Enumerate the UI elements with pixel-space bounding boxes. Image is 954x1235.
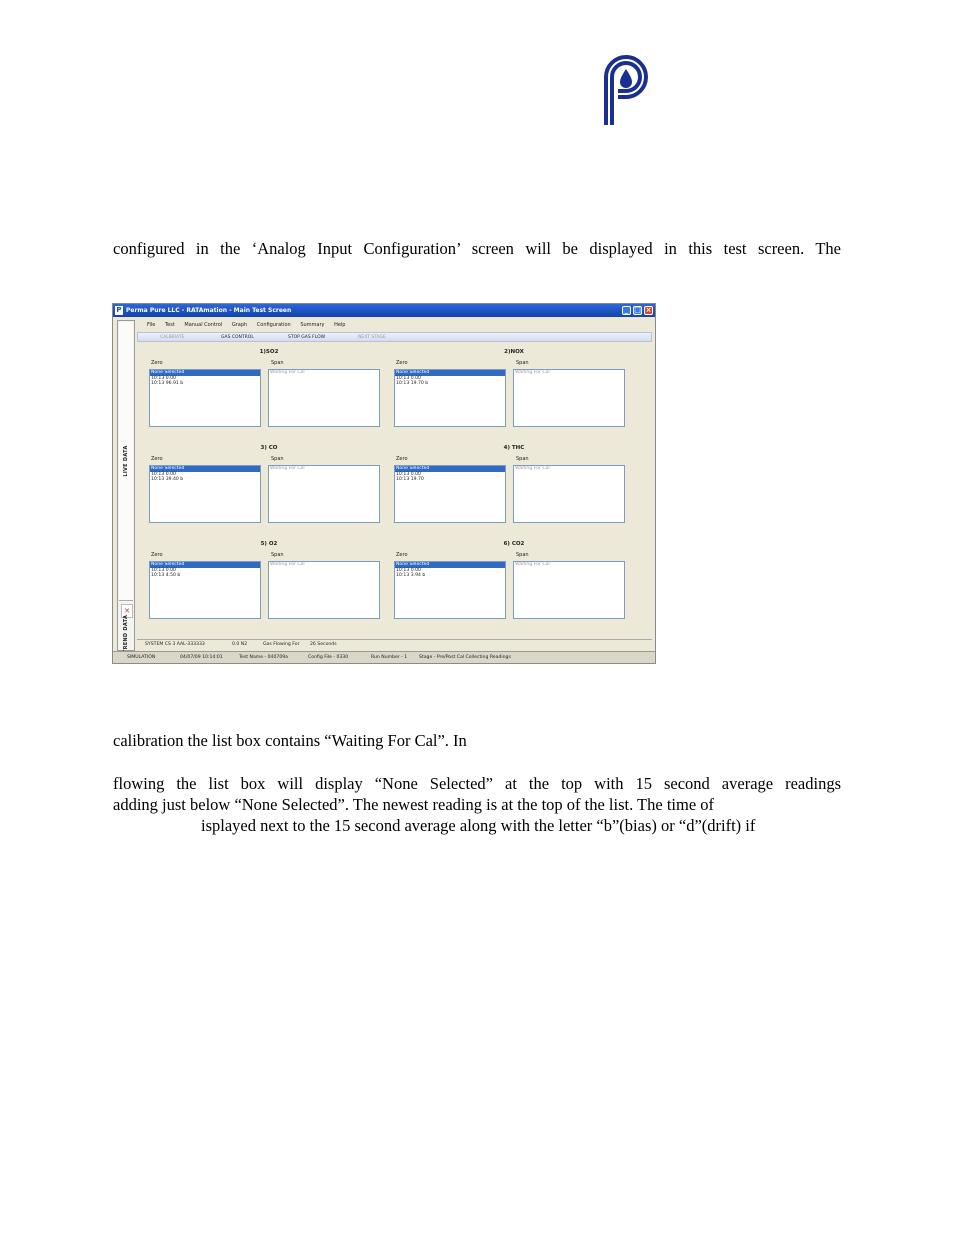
span-label: Span xyxy=(516,552,529,558)
reading-item[interactable]: 10:13 3.94 b xyxy=(395,573,505,579)
menu-help[interactable]: Help xyxy=(334,322,345,328)
span-list-box[interactable]: Waiting For Cal xyxy=(268,465,380,523)
span-label: Span xyxy=(516,360,529,366)
analyzer-title: 5) O2 xyxy=(260,541,278,547)
trend-data-tab[interactable]: TREND DATA xyxy=(119,615,133,653)
waiting-for-cal-item: Waiting For Cal xyxy=(515,466,550,471)
analyzer-panel: 3) CO Zero Span None Selected 10:13 0.00 10:1… xyxy=(149,445,389,529)
test-status-bar: SIMULATION 04/07/09 10:14:01 Test Name -… xyxy=(113,651,655,663)
datetime-status: 04/07/09 10:14:01 xyxy=(180,655,223,660)
span-label: Span xyxy=(271,456,284,462)
waiting-for-cal-item: Waiting For Cal xyxy=(515,562,550,567)
span-label: Span xyxy=(271,360,284,366)
window-title: Perma Pure LLC - RATAmation - Main Test … xyxy=(126,307,292,314)
menu-test[interactable]: Test xyxy=(165,322,175,328)
menu-configuration[interactable]: Configuration xyxy=(257,322,291,328)
analyzer-panel: 6) CO2 Zero Span None Selected 10:13 0.00 10:… xyxy=(394,541,634,625)
reading-item[interactable]: 10:13 19.70 b xyxy=(395,381,505,387)
sidebar: LIVE DATA ✕ TREND DATA xyxy=(117,320,135,653)
perma-pure-logo xyxy=(604,55,648,125)
analyzer-panel: 1)SO2 Zero Span None Selected 10:13 0.00 10:1… xyxy=(149,349,389,433)
next-stage-button[interactable]: NEXT STAGE xyxy=(358,334,386,341)
reading-item[interactable]: 10:13 39.40 b xyxy=(150,477,260,483)
span-label: Span xyxy=(271,552,284,558)
paragraph-3-line-3: isplayed next to the 15 second average a… xyxy=(201,816,756,835)
reading-item[interactable]: 10:13 4.50 b xyxy=(150,573,260,579)
zero-list-box[interactable]: None Selected 10:13 0.00 10:13 4.50 b xyxy=(149,561,261,619)
span-list-box[interactable]: Waiting For Cal xyxy=(513,369,625,427)
live-data-label: LIVE DATA xyxy=(123,445,129,477)
toolbar: CALIBRATE GAS CONTROL STOP GAS FLOW NEXT… xyxy=(137,332,652,342)
zero-list-box[interactable]: None Selected 10:13 0.00 10:13 96.91 b xyxy=(149,369,261,427)
zero-label: Zero xyxy=(151,360,163,366)
span-label: Span xyxy=(516,456,529,462)
span-list-box[interactable]: Waiting For Cal xyxy=(513,465,625,523)
system-status: SYSTEM CS 3 AAL-333333 xyxy=(145,642,205,647)
stop-gas-flow-button[interactable]: STOP GAS FLOW xyxy=(288,334,325,341)
analyzer-title: 6) CO2 xyxy=(503,541,525,547)
zero-label: Zero xyxy=(396,456,408,462)
zero-list-box[interactable]: None Selected 10:13 0.00 10:13 19.70 b xyxy=(394,369,506,427)
zero-list-box[interactable]: None Selected 10:13 0.00 10:13 39.40 b xyxy=(149,465,261,523)
minimize-button[interactable]: _ xyxy=(622,306,631,315)
maximize-button[interactable]: □ xyxy=(633,306,642,315)
test-name-status: Test Name - 040709a xyxy=(239,655,288,660)
zero-list-box[interactable]: None Selected 10:13 0.00 10:13 19.70 xyxy=(394,465,506,523)
mode-status: SIMULATION xyxy=(127,655,156,660)
stage-status: Stage - Pre/Post Cal Collecting Readings xyxy=(419,655,511,660)
analyzer-title: 1)SO2 xyxy=(259,349,279,355)
gas-status: 0.0 N2 xyxy=(232,642,248,647)
span-list-box[interactable]: Waiting For Cal xyxy=(513,561,625,619)
analyzer-title: 4) THC xyxy=(503,445,525,451)
analyzer-title: 3) CO xyxy=(260,445,278,451)
zero-list-box[interactable]: None Selected 10:13 0.00 10:13 3.94 b xyxy=(394,561,506,619)
waiting-for-cal-item: Waiting For Cal xyxy=(270,562,305,567)
trend-data-label: TREND DATA xyxy=(123,614,129,654)
paragraph-3-line-1: flowing the list box will display “None … xyxy=(113,774,841,793)
waiting-for-cal-item: Waiting For Cal xyxy=(515,370,550,375)
span-list-box[interactable]: Waiting For Cal xyxy=(268,369,380,427)
flowing-status: Gas Flowing For xyxy=(263,642,300,647)
live-data-tab[interactable]: LIVE DATA xyxy=(119,322,133,601)
reading-item[interactable]: 10:13 19.70 xyxy=(395,477,505,483)
paragraph-2-text: calibration the list box contains “Waiti… xyxy=(113,731,467,750)
app-icon: P xyxy=(115,306,123,315)
menu-graph[interactable]: Graph xyxy=(232,322,247,328)
paragraph-3: flowing the list box will display “None … xyxy=(113,773,841,836)
waiting-for-cal-item: Waiting For Cal xyxy=(270,466,305,471)
run-number-status: Run Number - 1 xyxy=(371,655,408,660)
gas-control-button[interactable]: GAS CONTROL xyxy=(221,334,254,341)
menu-bar: File Test Manual Control Graph Configura… xyxy=(147,321,587,330)
config-file-status: Config File - 0330 xyxy=(308,655,349,660)
paragraph-2: calibration the list box contains “Waiti… xyxy=(113,730,841,751)
menu-manual-control[interactable]: Manual Control xyxy=(184,322,222,328)
analyzer-title: 2)NOX xyxy=(504,349,524,355)
window-titlebar: P Perma Pure LLC - RATAmation - Main Tes… xyxy=(113,304,655,317)
analyzer-panel: 2)NOX Zero Span None Selected 10:13 0.00 10:1… xyxy=(394,349,634,433)
paragraph-1-text: configured in the ‘Analog Input Configur… xyxy=(113,239,841,258)
menu-file[interactable]: File xyxy=(147,322,155,328)
menu-summary[interactable]: Summary xyxy=(300,322,324,328)
paragraph-3-line-2: adding just below “None Selected”. The n… xyxy=(113,795,715,814)
reading-item[interactable]: 10:13 96.91 b xyxy=(150,381,260,387)
calibrate-button[interactable]: CALIBRATE xyxy=(160,334,184,341)
analyzer-panel: 5) O2 Zero Span None Selected 10:13 0.00 10:1… xyxy=(149,541,389,625)
gas-status-bar: SYSTEM CS 3 AAL-333333 0.0 N2 Gas Flowin… xyxy=(137,639,652,649)
zero-label: Zero xyxy=(396,360,408,366)
span-list-box[interactable]: Waiting For Cal xyxy=(268,561,380,619)
seconds-status: 26 Seconds xyxy=(310,642,337,647)
waiting-for-cal-item: Waiting For Cal xyxy=(270,370,305,375)
analyzer-panel: 4) THC Zero Span None Selected 10:13 0.00 10:… xyxy=(394,445,634,529)
zero-label: Zero xyxy=(151,456,163,462)
main-test-screen-screenshot: P Perma Pure LLC - RATAmation - Main Tes… xyxy=(112,303,656,664)
paragraph-1: configured in the ‘Analog Input Configur… xyxy=(113,238,841,259)
zero-label: Zero xyxy=(151,552,163,558)
close-button[interactable]: × xyxy=(644,306,653,315)
zero-label: Zero xyxy=(396,552,408,558)
